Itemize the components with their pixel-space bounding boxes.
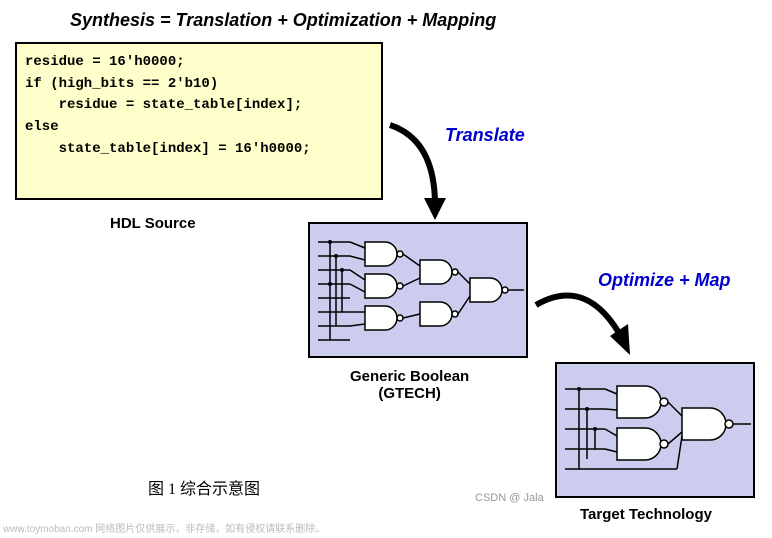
- figure-caption: 图 1 综合示意图: [148, 475, 260, 499]
- code-line-4: else: [25, 117, 373, 139]
- optimize-map-arrow-icon: [528, 260, 658, 370]
- code-line-1: residue = 16'h0000;: [25, 52, 373, 74]
- hdl-source-label: HDL Source: [110, 215, 196, 232]
- code-line-3: residue = state_table[index];: [25, 95, 373, 117]
- watermark-footer: www.toymoban.com 网络图片仅供展示，非存储，如有侵权请联系删除。: [3, 520, 325, 535]
- hdl-source-code: residue = 16'h0000; if (high_bits == 2'b…: [15, 42, 383, 200]
- code-line-5: state_table[index] = 16'h0000;: [25, 139, 373, 161]
- gtech-label: Generic Boolean (GTECH): [350, 368, 469, 402]
- watermark-csdn: CSDN @ Jala: [475, 492, 544, 504]
- code-line-2: if (high_bits == 2'b10): [25, 74, 373, 96]
- target-technology-label: Target Technology: [580, 506, 712, 523]
- gtech-label-bottom: (GTECH): [378, 385, 441, 402]
- target-circuit-diagram: [555, 362, 755, 498]
- gtech-label-top: Generic Boolean: [350, 368, 469, 385]
- diagram-title: Synthesis = Translation + Optimization +…: [70, 10, 496, 31]
- gtech-circuit-diagram: [308, 222, 528, 358]
- translate-arrow-icon: [380, 120, 460, 230]
